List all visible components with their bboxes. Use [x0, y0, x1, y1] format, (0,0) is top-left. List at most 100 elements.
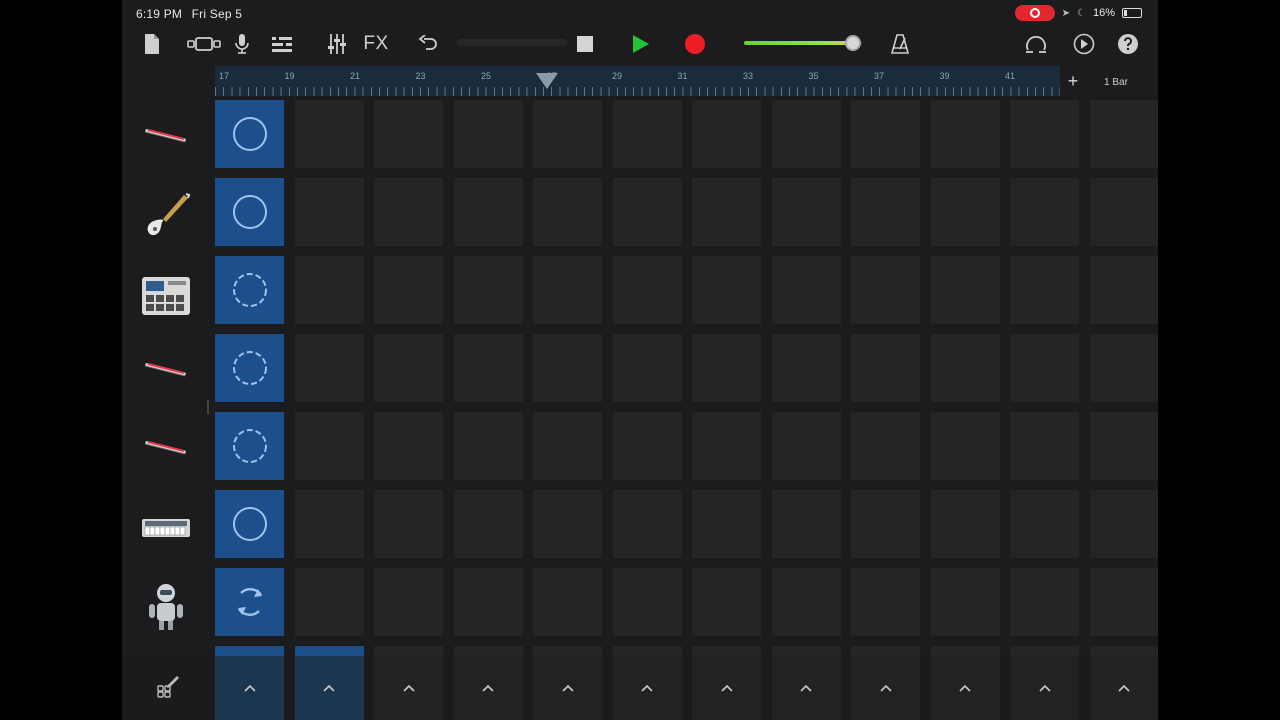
empty-cell[interactable]	[533, 334, 602, 402]
empty-cell[interactable]	[294, 334, 364, 402]
empty-cell[interactable]	[374, 100, 443, 168]
empty-cell[interactable]	[294, 256, 364, 324]
empty-cell[interactable]	[851, 490, 920, 558]
track-header-5[interactable]	[138, 490, 194, 568]
empty-cell[interactable]	[612, 100, 682, 168]
empty-cell[interactable]	[533, 490, 602, 558]
loop-cell[interactable]	[215, 178, 284, 246]
empty-cell[interactable]	[851, 412, 920, 480]
empty-cell[interactable]	[1010, 256, 1079, 324]
empty-cell[interactable]	[612, 178, 682, 246]
empty-cell[interactable]	[612, 334, 682, 402]
loop-cell[interactable]	[215, 334, 284, 402]
browser-icon[interactable]	[270, 30, 294, 58]
empty-cell[interactable]	[1089, 178, 1158, 246]
empty-cell[interactable]	[930, 490, 1000, 558]
empty-cell[interactable]	[374, 178, 443, 246]
loop-cell[interactable]	[215, 412, 284, 480]
loop-cell[interactable]	[215, 568, 284, 636]
empty-cell[interactable]	[374, 490, 443, 558]
column-trigger[interactable]	[930, 656, 1000, 720]
settings-icon[interactable]	[1072, 30, 1096, 58]
column-trigger[interactable]	[851, 656, 920, 720]
empty-cell[interactable]	[294, 490, 364, 558]
bar-setting[interactable]: 1 Bar	[1104, 77, 1128, 88]
empty-cell[interactable]	[771, 568, 841, 636]
empty-cell[interactable]	[851, 334, 920, 402]
empty-cell[interactable]	[533, 100, 602, 168]
empty-cell[interactable]	[771, 100, 841, 168]
undo-icon[interactable]	[416, 30, 440, 58]
empty-cell[interactable]	[453, 568, 523, 636]
empty-cell[interactable]	[771, 256, 841, 324]
empty-cell[interactable]	[1089, 490, 1158, 558]
playhead[interactable]	[535, 73, 558, 89]
empty-cell[interactable]	[771, 412, 841, 480]
empty-cell[interactable]	[453, 412, 523, 480]
empty-cell[interactable]	[453, 256, 523, 324]
edit-cells-icon[interactable]	[156, 674, 180, 698]
mixer-icon[interactable]	[326, 30, 348, 58]
track-header-2[interactable]	[138, 256, 194, 334]
column-trigger[interactable]	[1010, 656, 1079, 720]
empty-cell[interactable]	[1010, 568, 1079, 636]
empty-cell[interactable]	[692, 568, 761, 636]
stop-icon[interactable]	[574, 30, 596, 58]
empty-cell[interactable]	[374, 568, 443, 636]
fx-button[interactable]: FX	[362, 30, 390, 58]
empty-cell[interactable]	[294, 412, 364, 480]
empty-cell[interactable]	[930, 178, 1000, 246]
empty-cell[interactable]	[771, 490, 841, 558]
lcd-display[interactable]	[457, 39, 567, 47]
empty-cell[interactable]	[294, 100, 364, 168]
record-icon[interactable]	[682, 30, 708, 58]
empty-cell[interactable]	[851, 256, 920, 324]
empty-cell[interactable]	[1010, 100, 1079, 168]
empty-cell[interactable]	[1010, 334, 1079, 402]
resize-handle[interactable]	[207, 400, 209, 414]
empty-cell[interactable]	[612, 568, 682, 636]
column-trigger[interactable]	[771, 656, 841, 720]
loop-browser-icon[interactable]	[1024, 30, 1048, 58]
document-icon[interactable]	[140, 30, 164, 58]
empty-cell[interactable]	[612, 490, 682, 558]
empty-cell[interactable]	[692, 490, 761, 558]
empty-cell[interactable]	[692, 100, 761, 168]
empty-cell[interactable]	[453, 490, 523, 558]
timeline-ruler[interactable]: 17 19 21 23 25 27 29 31 33 35 37 39 41	[215, 66, 1060, 96]
loop-cell[interactable]	[215, 256, 284, 324]
empty-cell[interactable]	[612, 256, 682, 324]
volume-slider[interactable]	[744, 35, 868, 51]
empty-cell[interactable]	[692, 256, 761, 324]
track-header-3[interactable]	[138, 334, 194, 412]
column-trigger[interactable]	[1089, 656, 1158, 720]
empty-cell[interactable]	[1010, 412, 1079, 480]
empty-cell[interactable]	[374, 412, 443, 480]
empty-cell[interactable]	[1010, 178, 1079, 246]
empty-cell[interactable]	[930, 334, 1000, 402]
empty-cell[interactable]	[533, 256, 602, 324]
empty-cell[interactable]	[692, 178, 761, 246]
empty-cell[interactable]	[453, 178, 523, 246]
empty-cell[interactable]	[453, 100, 523, 168]
empty-cell[interactable]	[612, 412, 682, 480]
empty-cell[interactable]	[533, 178, 602, 246]
empty-cell[interactable]	[930, 568, 1000, 636]
empty-cell[interactable]	[374, 334, 443, 402]
add-section-button[interactable]: +	[1062, 68, 1084, 94]
empty-cell[interactable]	[692, 412, 761, 480]
help-icon[interactable]	[1116, 30, 1140, 58]
empty-cell[interactable]	[771, 178, 841, 246]
empty-cell[interactable]	[533, 412, 602, 480]
empty-cell[interactable]	[930, 256, 1000, 324]
metronome-icon[interactable]	[888, 30, 912, 58]
column-trigger[interactable]	[612, 656, 682, 720]
column-trigger[interactable]	[374, 656, 443, 720]
empty-cell[interactable]	[294, 178, 364, 246]
empty-cell[interactable]	[1089, 568, 1158, 636]
empty-cell[interactable]	[453, 334, 523, 402]
loop-cell[interactable]	[215, 100, 284, 168]
track-header-0[interactable]	[138, 100, 194, 178]
column-trigger[interactable]	[294, 656, 364, 720]
empty-cell[interactable]	[771, 334, 841, 402]
